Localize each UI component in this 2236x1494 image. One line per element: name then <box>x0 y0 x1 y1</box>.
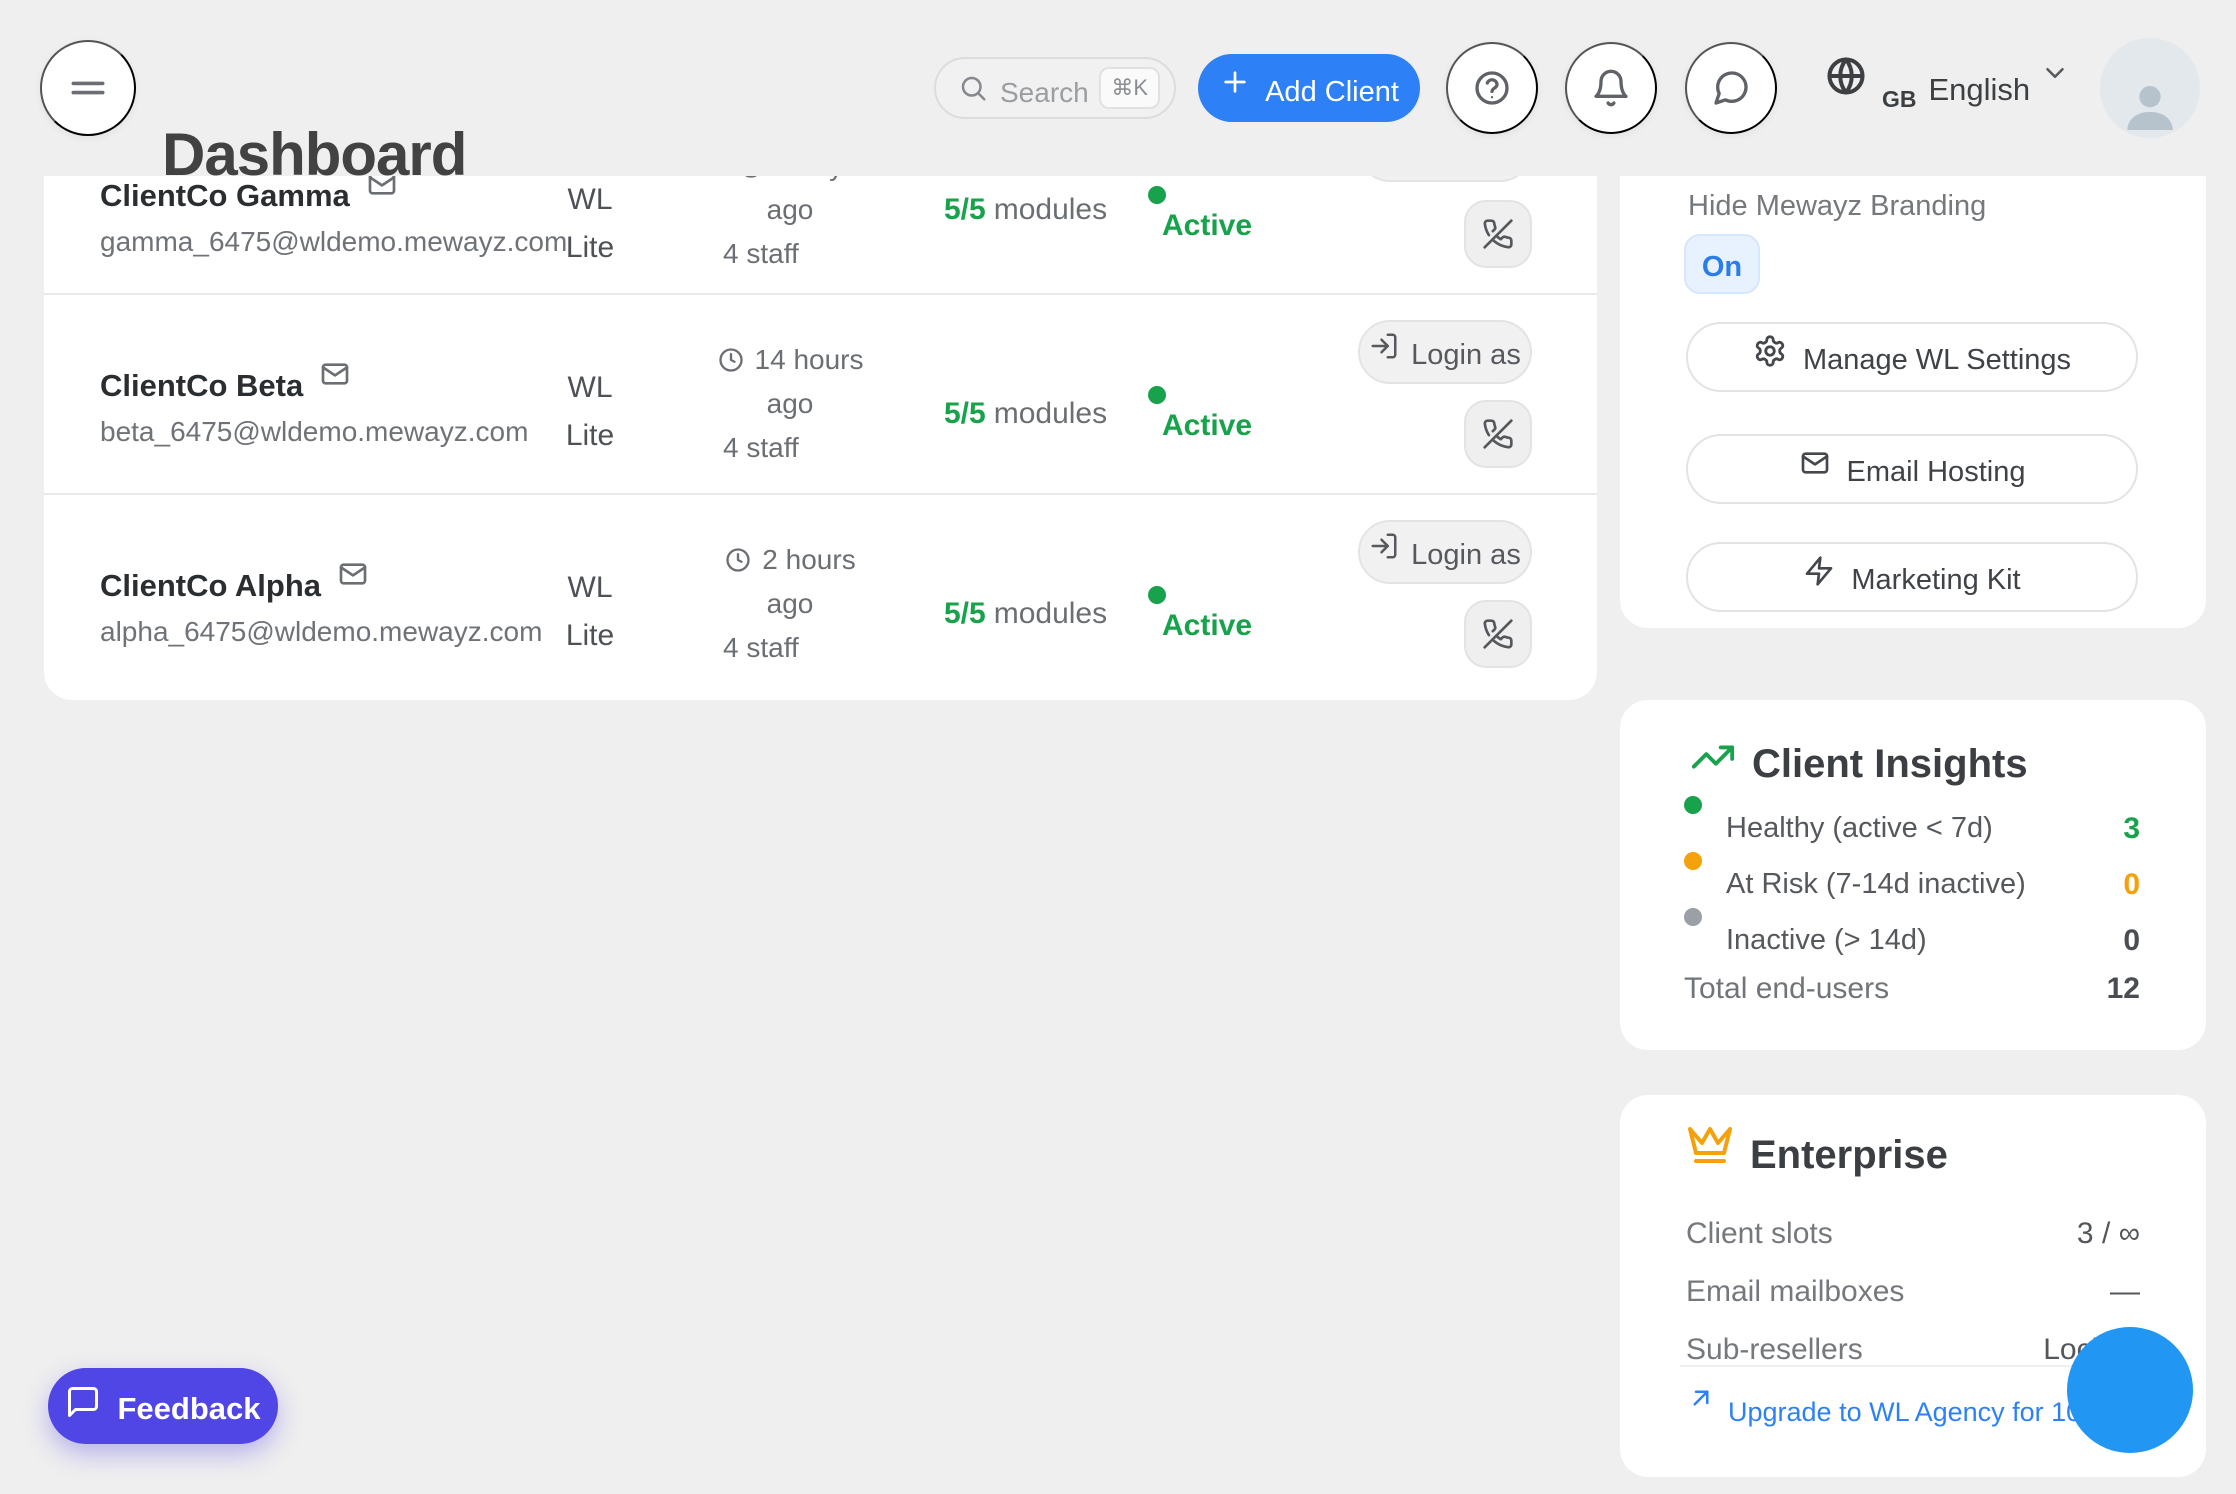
client-plan: WLLite <box>545 364 635 460</box>
client-name: ClientCo Alpha <box>100 568 321 603</box>
client-plan: WLLite <box>545 564 635 660</box>
client-staff-count: 4 staff <box>715 426 865 470</box>
search-shortcut: ⌘K <box>1099 67 1160 109</box>
hide-branding-label: Hide Mewayz Branding <box>1688 190 1986 223</box>
healthy-dot-icon <box>1684 796 1702 814</box>
email-mailboxes-row: Email mailboxes — <box>1686 1275 2140 1309</box>
login-as-button[interactable]: Login as <box>1358 520 1532 584</box>
inactive-dot-icon <box>1684 908 1702 926</box>
client-email: alpha_6475@wldemo.mewayz.com <box>100 612 542 652</box>
zap-icon <box>1803 555 1835 587</box>
email-hosting-button[interactable]: Email Hosting <box>1686 434 2138 504</box>
client-name: ClientCo Beta <box>100 368 303 403</box>
client-email: beta_6475@wldemo.mewayz.com <box>100 412 528 452</box>
phone-off-icon <box>1482 418 1514 450</box>
client-name-block: ClientCo Beta beta_6475@wldemo.mewayz.co… <box>100 366 528 452</box>
feedback-button[interactable]: Feedback <box>48 1368 278 1444</box>
status-badge: Active <box>1148 586 1252 646</box>
top-bar: Dashboard ⌘K Add Client GB English <box>0 0 2236 176</box>
client-staff-count: 4 staff <box>715 626 865 670</box>
crown-icon <box>1686 1121 1734 1169</box>
mail-icon <box>1799 447 1831 479</box>
login-as-button[interactable]: Login as <box>1358 320 1532 384</box>
notifications-button[interactable] <box>1565 42 1657 134</box>
help-icon <box>1472 68 1512 108</box>
login-icon <box>1369 331 1399 361</box>
status-dot <box>1148 186 1166 204</box>
search-input[interactable] <box>988 67 1099 109</box>
help-button[interactable] <box>1446 42 1538 134</box>
language-selector[interactable]: GB English <box>1824 50 2070 113</box>
sub-resellers-row: Sub-resellers Locked <box>1686 1333 2140 1367</box>
call-disabled-button[interactable] <box>1464 200 1532 268</box>
language-code: GB <box>1868 50 1917 113</box>
call-disabled-button[interactable] <box>1464 400 1532 468</box>
trending-up-icon <box>1690 734 1736 780</box>
client-name-block: ClientCo Gamma gamma_6475@wldemo.mewayz.… <box>100 176 567 262</box>
marketing-kit-button[interactable]: Marketing Kit <box>1686 542 2138 612</box>
search-box[interactable]: ⌘K <box>934 57 1176 119</box>
manage-wl-settings-button[interactable]: Manage WL Settings <box>1686 322 2138 392</box>
row-divider <box>44 493 1597 495</box>
clock-icon <box>724 546 752 574</box>
total-end-users-row: Total end-users 12 <box>1684 972 2140 1006</box>
client-plan: WLLite <box>545 176 635 272</box>
client-email: gamma_6475@wldemo.mewayz.com <box>100 222 567 262</box>
gear-icon <box>1753 334 1787 368</box>
status-badge: Active <box>1148 386 1252 446</box>
insights-title: Client Insights <box>1752 742 2028 787</box>
at-risk-dot-icon <box>1684 852 1702 870</box>
bell-icon <box>1591 68 1631 108</box>
add-client-button[interactable]: Add Client <box>1198 54 1420 122</box>
phone-off-icon <box>1482 618 1514 650</box>
client-insights-card: Client Insights Healthy (active < 7d) 3 … <box>1620 700 2206 1050</box>
row-divider <box>44 293 1597 295</box>
floating-action-button[interactable] <box>2067 1327 2193 1453</box>
avatar[interactable] <box>2100 38 2200 138</box>
branding-toggle[interactable]: On <box>1684 234 1760 294</box>
mail-icon[interactable] <box>337 558 369 590</box>
dashboard-page: ClientCo Gamma gamma_6475@wldemo.mewayz.… <box>0 0 2236 1494</box>
client-name-block: ClientCo Alpha alpha_6475@wldemo.mewayz.… <box>100 566 542 652</box>
mail-icon[interactable] <box>319 358 351 390</box>
menu-button[interactable] <box>40 40 136 136</box>
status-dot <box>1148 386 1166 404</box>
chat-icon <box>1711 68 1751 108</box>
call-disabled-button[interactable] <box>1464 600 1532 668</box>
status-badge: Active <box>1148 186 1252 246</box>
login-icon <box>1369 531 1399 561</box>
clock-icon <box>717 346 745 374</box>
page-title: Dashboard <box>162 122 466 188</box>
search-icon <box>958 73 988 103</box>
client-staff-count: 4 staff <box>715 232 865 276</box>
feedback-chat-icon <box>65 1384 101 1420</box>
enterprise-title: Enterprise <box>1750 1133 1948 1178</box>
globe-icon <box>1824 50 1868 98</box>
client-activity: 2 hours ago 4 staff <box>715 538 865 670</box>
status-dot <box>1148 586 1166 604</box>
menu-icon <box>66 66 110 110</box>
plus-icon <box>1219 66 1251 98</box>
chevron-down-icon <box>2030 50 2070 88</box>
user-icon <box>2118 74 2182 138</box>
language-label: English <box>1917 50 2031 108</box>
phone-off-icon <box>1482 218 1514 250</box>
arrow-up-right-icon <box>1686 1383 1716 1413</box>
client-slots-row: Client slots 3 / ∞ <box>1686 1217 2140 1251</box>
messages-button[interactable] <box>1685 42 1777 134</box>
client-activity: 14 hours ago 4 staff <box>715 338 865 470</box>
